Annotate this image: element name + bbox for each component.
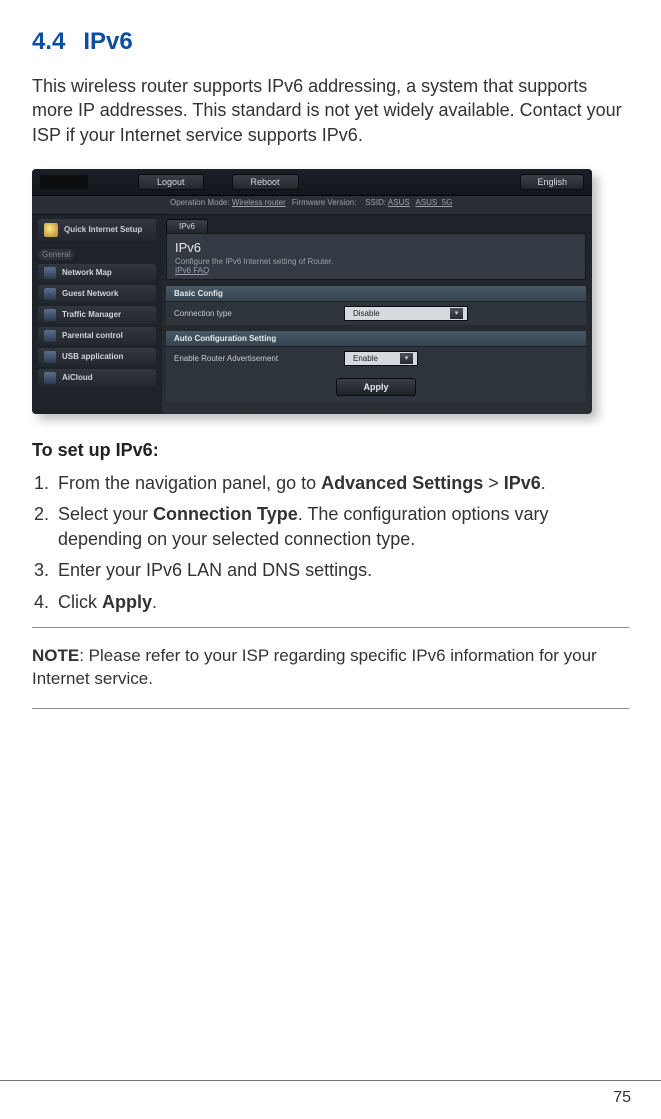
router-sidebar: Quick Internet Setup General Network Map… bbox=[32, 215, 162, 414]
chevron-down-icon: ▾ bbox=[450, 308, 463, 319]
footer-rule bbox=[0, 1080, 661, 1081]
quick-setup-icon bbox=[44, 223, 58, 237]
sidebar-item-label: USB application bbox=[62, 352, 123, 361]
aicloud-icon bbox=[44, 372, 56, 384]
sidebar-item-aicloud[interactable]: AiCloud bbox=[38, 369, 156, 387]
note-text: : Please refer to your ISP regarding spe… bbox=[32, 646, 597, 688]
sidebar-item-network-map[interactable]: Network Map bbox=[38, 264, 156, 282]
ipv6-panel: IPv6 Configure the IPv6 Internet setting… bbox=[166, 233, 586, 280]
page-number: 75 bbox=[613, 1089, 631, 1107]
router-ui-screenshot: Logout Reboot English Operation Mode: Wi… bbox=[32, 169, 592, 414]
sidebar-item-label: Parental control bbox=[62, 331, 123, 340]
note-separator-bottom bbox=[32, 708, 629, 709]
step-4: Click Apply. bbox=[54, 590, 629, 615]
guest-network-icon bbox=[44, 288, 56, 300]
sidebar-item-traffic-manager[interactable]: Traffic Manager bbox=[38, 306, 156, 324]
quick-setup-button[interactable]: Quick Internet Setup bbox=[38, 219, 156, 241]
group-basic-config: Basic Config bbox=[166, 286, 586, 301]
sidebar-item-parental-control[interactable]: Parental control bbox=[38, 327, 156, 345]
sidebar-item-label: Guest Network bbox=[62, 289, 118, 298]
sidebar-group-general: General bbox=[38, 249, 74, 260]
router-advertisement-select[interactable]: Enable ▾ bbox=[344, 351, 418, 366]
apply-button[interactable]: Apply bbox=[336, 378, 415, 396]
panel-description: Configure the IPv6 Internet setting of R… bbox=[175, 257, 577, 275]
note-separator-top bbox=[32, 627, 629, 628]
intro-paragraph: This wireless router supports IPv6 addre… bbox=[32, 74, 629, 147]
section-heading: 4.4 IPv6 bbox=[32, 28, 629, 56]
language-dropdown[interactable]: English bbox=[520, 174, 584, 190]
note-label: NOTE bbox=[32, 646, 79, 665]
section-title-text: IPv6 bbox=[83, 28, 132, 55]
sidebar-item-usb-application[interactable]: USB application bbox=[38, 348, 156, 366]
opmode-label: Operation Mode: bbox=[170, 198, 230, 207]
apply-row: Apply bbox=[166, 370, 586, 402]
group-auto-config: Auto Configuration Setting bbox=[166, 331, 586, 346]
router-advertisement-label: Enable Router Advertisement bbox=[174, 354, 344, 363]
steps-list: From the navigation panel, go to Advance… bbox=[32, 471, 629, 615]
router-status-bar: Operation Mode: Wireless router Firmware… bbox=[32, 196, 592, 215]
quick-setup-label: Quick Internet Setup bbox=[64, 225, 142, 234]
tab-ipv6[interactable]: IPv6 bbox=[166, 219, 208, 233]
ssid-2: ASUS_5G bbox=[415, 198, 452, 207]
ssid-label: SSID: bbox=[365, 198, 386, 207]
network-map-icon bbox=[44, 267, 56, 279]
router-main: IPv6 IPv6 Configure the IPv6 Internet se… bbox=[162, 215, 592, 414]
logout-button[interactable]: Logout bbox=[138, 174, 204, 190]
steps-heading: To set up IPv6: bbox=[32, 440, 629, 461]
reboot-button[interactable]: Reboot bbox=[232, 174, 299, 190]
row-connection-type: Connection type Disable ▾ bbox=[166, 301, 586, 325]
ipv6-faq-link[interactable]: IPv6 FAQ bbox=[175, 266, 209, 275]
step-2: Select your Connection Type. The configu… bbox=[54, 502, 629, 552]
asus-logo bbox=[40, 175, 88, 189]
traffic-manager-icon bbox=[44, 309, 56, 321]
step-3: Enter your IPv6 LAN and DNS settings. bbox=[54, 558, 629, 583]
fw-label: Firmware Version: bbox=[292, 198, 356, 207]
usb-icon bbox=[44, 351, 56, 363]
connection-type-label: Connection type bbox=[174, 309, 344, 318]
sidebar-item-label: Traffic Manager bbox=[62, 310, 121, 319]
connection-type-select[interactable]: Disable ▾ bbox=[344, 306, 468, 321]
sidebar-item-label: AiCloud bbox=[62, 373, 93, 382]
connection-type-value: Disable bbox=[353, 309, 380, 318]
opmode-value[interactable]: Wireless router bbox=[232, 198, 286, 207]
sidebar-item-label: Network Map bbox=[62, 268, 112, 277]
parental-control-icon bbox=[44, 330, 56, 342]
step-1: From the navigation panel, go to Advance… bbox=[54, 471, 629, 496]
ssid-1: ASUS bbox=[388, 198, 410, 207]
chevron-down-icon: ▾ bbox=[400, 353, 413, 364]
section-number: 4.4 bbox=[32, 28, 65, 55]
note-paragraph: NOTE: Please refer to your ISP regarding… bbox=[32, 645, 629, 691]
router-header: Logout Reboot English bbox=[32, 169, 592, 196]
row-router-advertisement: Enable Router Advertisement Enable ▾ bbox=[166, 346, 586, 370]
sidebar-item-guest-network[interactable]: Guest Network bbox=[38, 285, 156, 303]
router-advertisement-value: Enable bbox=[353, 354, 378, 363]
panel-title: IPv6 bbox=[175, 240, 577, 255]
